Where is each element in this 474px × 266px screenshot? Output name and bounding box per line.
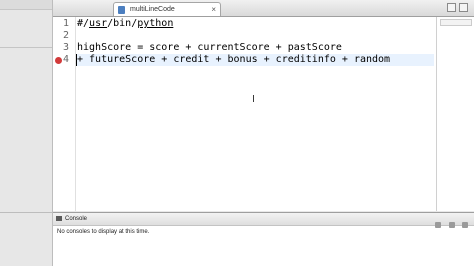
left-panel — [0, 0, 53, 212]
minimize-icon[interactable] — [447, 3, 456, 12]
close-icon[interactable]: × — [211, 3, 216, 17]
ruler-indicator — [440, 19, 472, 26]
code-line-4[interactable]: + futureScore + credit + bonus + crediti… — [76, 54, 434, 66]
code-line-2[interactable] — [76, 30, 434, 42]
error-icon[interactable] — [55, 57, 62, 64]
inactive-tab[interactable] — [55, 3, 111, 15]
code-area[interactable]: #/usr/bin/python highScore = score + cur… — [76, 17, 434, 211]
line-number-gutter: 1 2 3 4 — [53, 17, 76, 211]
console-tab-label: Console — [65, 216, 88, 222]
tab-console[interactable]: Console — [56, 214, 87, 224]
editor-tab-bar: multiLineCode × — [53, 0, 474, 17]
tab-label: multiLineCode — [130, 6, 175, 13]
console-view: Console No consoles to display at this t… — [53, 212, 474, 266]
tab-multilinecode[interactable]: multiLineCode × — [113, 2, 221, 16]
code-editor[interactable]: 1 2 3 4 #/usr/bin/python highScore = sco… — [53, 17, 474, 211]
console-header: Console — [53, 213, 474, 228]
left-panel-header — [0, 0, 52, 10]
line-number: 4 — [63, 54, 70, 65]
overview-ruler[interactable] — [436, 17, 474, 211]
maximize-icon[interactable] — [459, 3, 468, 12]
minimize-console-icon[interactable] — [448, 222, 455, 228]
code-line-1[interactable]: #/usr/bin/python — [76, 18, 434, 30]
console-icon — [56, 216, 62, 221]
maximize-console-icon[interactable] — [462, 222, 468, 228]
python-file-icon — [118, 6, 125, 14]
line-number: 1 — [63, 18, 70, 29]
left-panel-divider — [0, 47, 52, 48]
code-line-3[interactable]: highScore = score + currentScore + pastS… — [76, 42, 434, 54]
text-caret — [76, 54, 77, 66]
line-number: 3 — [63, 42, 70, 53]
console-toolbar — [432, 215, 468, 233]
line-number: 2 — [63, 30, 70, 41]
left-bottom-panel — [0, 212, 53, 266]
display-console-icon[interactable] — [435, 222, 442, 228]
mouse-ibeam-icon: I — [252, 94, 255, 105]
console-message: No consoles to display at this time. — [57, 229, 150, 235]
